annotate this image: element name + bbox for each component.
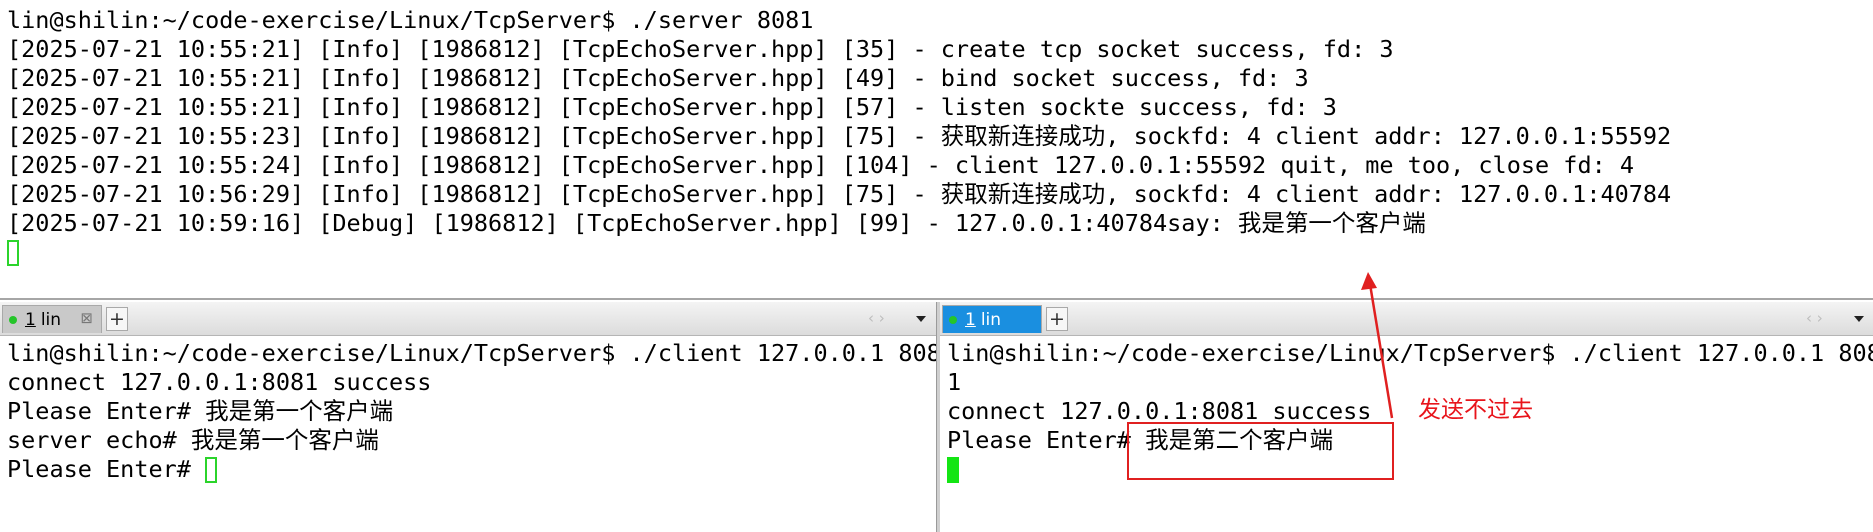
terminal-cursor — [205, 457, 218, 483]
prompt-text: Please Enter# — [7, 455, 206, 483]
terminal-line: [2025-07-21 10:59:16] [Debug] [1986812] … — [7, 209, 1426, 237]
terminal-line: [2025-07-21 10:55:21] [Info] [1986812] [… — [7, 93, 1337, 121]
terminal-line: lin@shilin:~/code-exercise/Linux/TcpServ… — [947, 339, 1873, 367]
terminal-line: [2025-07-21 10:55:21] [Info] [1986812] [… — [7, 35, 1394, 63]
status-dot-icon — [949, 315, 957, 324]
client-terminal-left[interactable]: lin@shilin:~/code-exercise/Linux/TcpServ… — [0, 339, 936, 532]
server-terminal[interactable]: lin@shilin:~/code-exercise/Linux/TcpServ… — [0, 6, 1873, 298]
tab-label: lin — [980, 309, 1002, 330]
annotation-highlight-box — [1127, 422, 1394, 480]
tab-number: 1 — [965, 309, 976, 330]
right-tab-bar: 1 lin + ‹ › — [940, 302, 1873, 336]
tab-scroll-arrows-icon[interactable]: ‹ › — [868, 309, 885, 327]
pane-divider — [0, 298, 1873, 300]
terminal-line: lin@shilin:~/code-exercise/Linux/TcpServ… — [7, 6, 814, 34]
terminal-line: 1 — [947, 368, 962, 396]
terminal-line: lin@shilin:~/code-exercise/Linux/TcpServ… — [7, 339, 936, 367]
left-tab-bar: 1 lin ⊠ + ‹ › — [0, 302, 936, 336]
tab-label: lin — [40, 309, 62, 330]
tab-scroll-arrows-icon[interactable]: ‹ › — [1806, 309, 1823, 327]
terminal-line — [947, 455, 1873, 484]
annotation-text: 发送不过去 — [1418, 397, 1533, 423]
tab-lin-active[interactable]: 1 lin — [942, 305, 1042, 333]
status-dot-icon — [9, 315, 17, 324]
add-tab-button[interactable]: + — [1046, 307, 1068, 331]
client-terminal-right[interactable]: lin@shilin:~/code-exercise/Linux/TcpServ… — [942, 339, 1873, 532]
chevron-down-icon[interactable] — [1854, 316, 1864, 322]
terminal-line: [2025-07-21 10:55:23] [Info] [1986812] [… — [7, 122, 1672, 150]
tab-number: 1 — [25, 309, 36, 330]
terminal-line: [2025-07-21 10:56:29] [Info] [1986812] [… — [7, 180, 1672, 208]
terminal-line: connect 127.0.0.1:8081 success — [7, 368, 432, 396]
terminal-cursor — [7, 240, 19, 266]
terminal-cursor — [947, 457, 959, 483]
terminal-line: server echo# 我是第一个客户端 — [7, 426, 379, 454]
add-tab-button[interactable]: + — [106, 307, 128, 331]
chevron-down-icon[interactable] — [916, 316, 926, 322]
terminal-line: [2025-07-21 10:55:24] [Info] [1986812] [… — [7, 151, 1635, 179]
terminal-line: connect 127.0.0.1:8081 success — [947, 397, 1372, 425]
close-tab-icon[interactable]: ⊠ — [80, 309, 93, 327]
tab-lin[interactable]: 1 lin ⊠ — [2, 305, 102, 333]
terminal-line — [7, 238, 1873, 267]
terminal-line: Please Enter# 我是第一个客户端 — [7, 397, 394, 425]
terminal-line: Please Enter# 我是第二个客户端 — [947, 426, 1334, 454]
terminal-line: Please Enter# — [7, 455, 936, 484]
terminal-line: [2025-07-21 10:55:21] [Info] [1986812] [… — [7, 64, 1309, 92]
vertical-splitter[interactable] — [936, 302, 940, 532]
